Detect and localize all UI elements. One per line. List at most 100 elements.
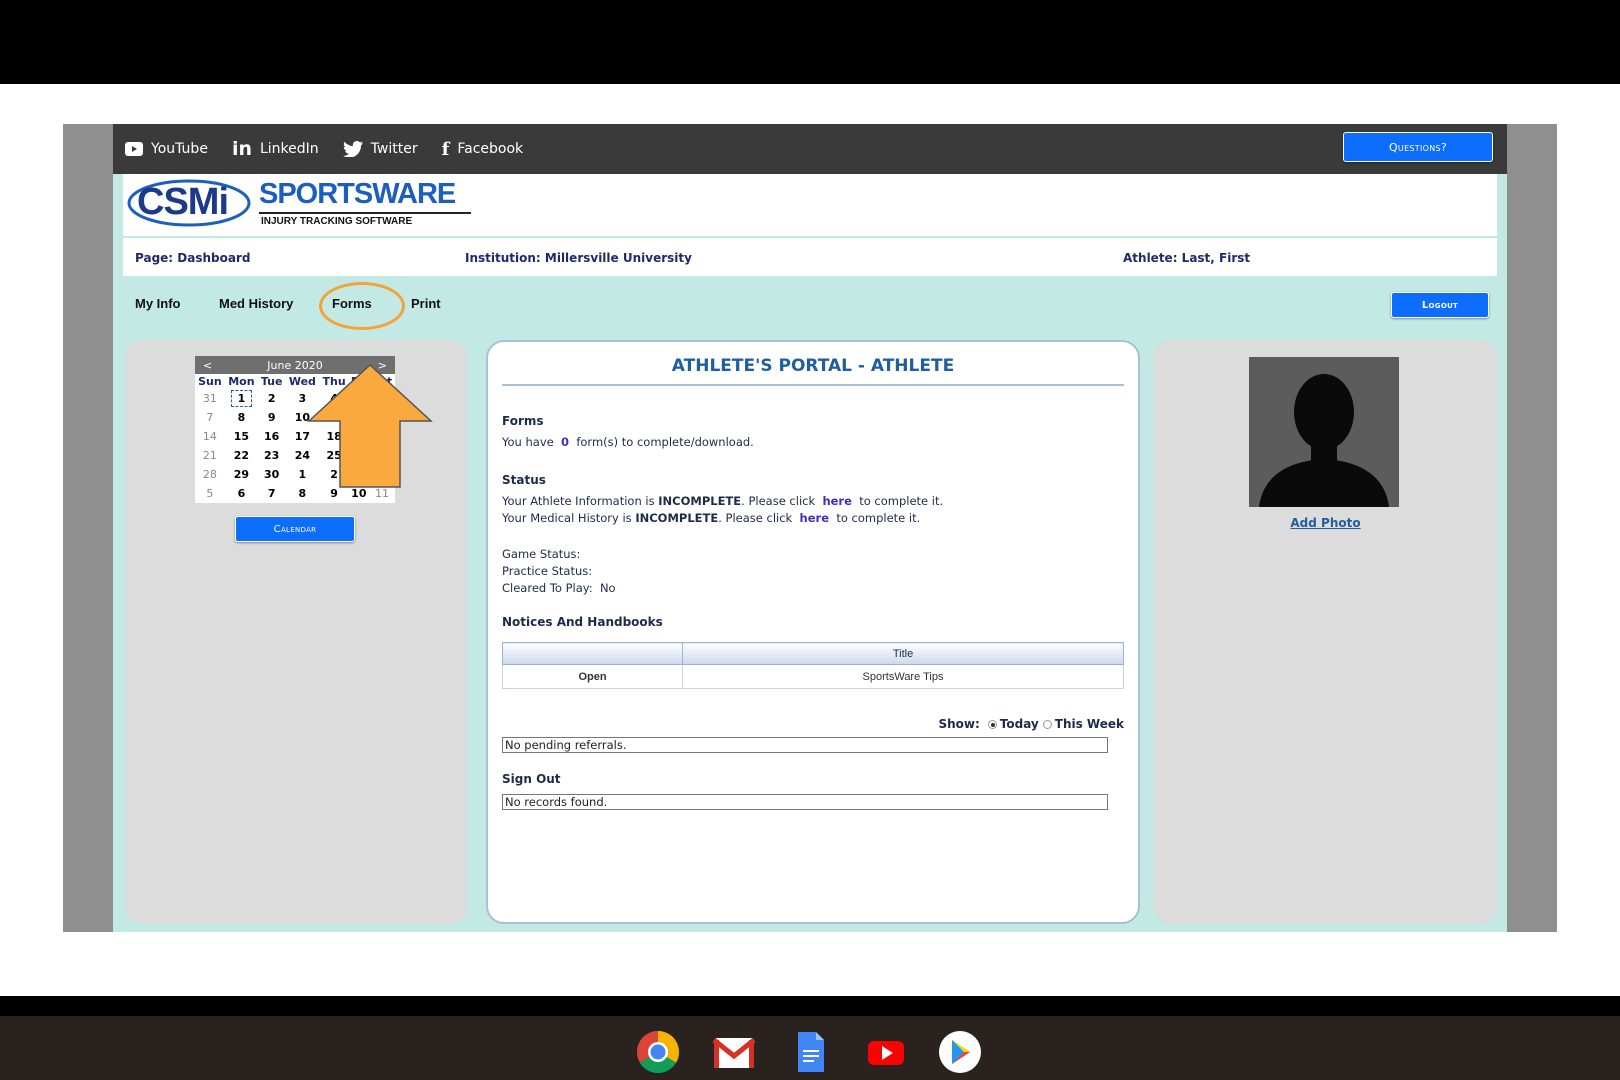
screen: YouTube in LinkedIn Twitter f Facebook Q… bbox=[0, 0, 1620, 1080]
youtube-link[interactable]: YouTube bbox=[125, 141, 208, 157]
notices-table: Title Open SportsWare Tips bbox=[502, 642, 1124, 689]
calendar-day[interactable]: 23 bbox=[258, 446, 285, 465]
linkedin-label: LinkedIn bbox=[259, 141, 319, 157]
calendar-day[interactable]: 14 bbox=[195, 427, 225, 446]
social-bar: YouTube in LinkedIn Twitter f Facebook Q… bbox=[113, 124, 1507, 174]
gmail-app-icon[interactable] bbox=[712, 1030, 756, 1074]
nav-med-history[interactable]: Med History bbox=[219, 296, 293, 311]
facebook-label: Facebook bbox=[457, 141, 524, 157]
portal-title: ATHLETE'S PORTAL - ATHLETE bbox=[502, 356, 1124, 386]
portal-panel: ATHLETE'S PORTAL - ATHLETE Forms You hav… bbox=[486, 340, 1140, 924]
med-hist-mid: . Please click bbox=[718, 511, 793, 525]
add-photo-link[interactable]: Add Photo bbox=[1154, 516, 1497, 530]
med-hist-here-link[interactable]: here bbox=[800, 511, 829, 525]
nav-forms[interactable]: Forms bbox=[332, 296, 372, 311]
today-radio[interactable] bbox=[987, 719, 997, 729]
sportsware-site: YouTube in LinkedIn Twitter f Facebook Q… bbox=[113, 124, 1507, 932]
notice-title: SportsWare Tips bbox=[682, 664, 1124, 689]
calendar-day[interactable]: 5 bbox=[195, 484, 225, 503]
logo-tagline: INJURY TRACKING SOFTWARE bbox=[261, 216, 413, 227]
calendar-day-number: 5 bbox=[206, 487, 214, 500]
twitter-icon bbox=[342, 141, 363, 157]
athlete-info-here-link[interactable]: here bbox=[822, 494, 851, 508]
calendar-day[interactable]: 31 bbox=[195, 389, 225, 408]
medical-history-status: Your Medical History is INCOMPLETE. Plea… bbox=[502, 511, 920, 525]
person-silhouette-icon bbox=[1249, 357, 1399, 507]
open-notice-link[interactable]: Open bbox=[502, 664, 683, 689]
calendar-day[interactable]: 6 bbox=[225, 484, 258, 503]
calendar-weekday: Mon bbox=[228, 375, 255, 388]
calendar-panel: < June 2020 > SunMonTueWedThuFriSat 3112… bbox=[125, 340, 467, 924]
calendar-prev-button[interactable]: < bbox=[203, 359, 212, 372]
status-heading: Status bbox=[502, 473, 546, 487]
calendar-day[interactable]: 22 bbox=[225, 446, 258, 465]
page-name: Page: Dashboard bbox=[135, 251, 251, 265]
browser-frame: YouTube in LinkedIn Twitter f Facebook Q… bbox=[63, 124, 1557, 932]
forms-heading: Forms bbox=[502, 414, 544, 428]
calendar-day[interactable]: 28 bbox=[195, 465, 225, 484]
calendar-day[interactable]: 2 bbox=[258, 389, 285, 408]
calendar-day[interactable]: 7 bbox=[195, 408, 225, 427]
questions-button[interactable]: Questions? bbox=[1343, 132, 1493, 162]
med-hist-state: INCOMPLETE bbox=[635, 511, 719, 525]
facebook-icon: f bbox=[441, 138, 450, 160]
calendar-day-number: 1 bbox=[298, 468, 307, 481]
youtube-app-icon[interactable] bbox=[864, 1030, 908, 1074]
chrome-app-icon[interactable] bbox=[636, 1030, 680, 1074]
nav-my-info[interactable]: My Info bbox=[135, 296, 181, 311]
calendar-day[interactable]: 29 bbox=[225, 465, 258, 484]
csmi-logo: CSMi bbox=[127, 178, 251, 228]
calendar-day-number: 1 bbox=[230, 390, 253, 407]
profile-photo-placeholder[interactable] bbox=[1249, 357, 1399, 507]
calendar-day[interactable]: 8 bbox=[225, 408, 258, 427]
nav-print[interactable]: Print bbox=[411, 296, 441, 311]
facebook-link[interactable]: f Facebook bbox=[442, 139, 524, 160]
calendar-day[interactable]: 15 bbox=[225, 427, 258, 446]
logout-button[interactable]: Logout bbox=[1391, 292, 1489, 318]
athlete-info-status: Your Athlete Information is INCOMPLETE. … bbox=[502, 494, 943, 508]
calendar-button[interactable]: Calendar bbox=[235, 516, 355, 542]
calendar-day-number: 8 bbox=[237, 411, 246, 424]
linkedin-link[interactable]: in LinkedIn bbox=[232, 138, 319, 160]
notices-header-row: Title bbox=[502, 642, 1124, 665]
calendar-day-number: 14 bbox=[202, 430, 217, 443]
notices-header-title: Title bbox=[682, 642, 1124, 665]
calendar-day-number: 23 bbox=[264, 449, 280, 462]
calendar-day-number: 6 bbox=[237, 487, 246, 500]
show-label: Show: bbox=[938, 717, 980, 731]
today-label[interactable]: Today bbox=[1000, 717, 1039, 731]
calendar-day-number: 7 bbox=[267, 487, 276, 500]
calendar-day-number: 7 bbox=[206, 411, 214, 424]
twitter-link[interactable]: Twitter bbox=[342, 141, 418, 157]
cleared-label: Cleared To Play: bbox=[502, 581, 593, 595]
nav-bar: My Info Med History Forms Print Logout bbox=[123, 276, 1497, 330]
play-store-app-icon[interactable] bbox=[938, 1030, 982, 1074]
this-week-label[interactable]: This Week bbox=[1055, 717, 1124, 731]
calendar-day[interactable]: 9 bbox=[258, 408, 285, 427]
athlete-info-state: INCOMPLETE bbox=[658, 494, 742, 508]
shelf-separator bbox=[0, 996, 1620, 1016]
calendar-day[interactable]: 21 bbox=[195, 446, 225, 465]
table-row: Open SportsWare Tips bbox=[502, 664, 1124, 689]
logo-band: CSMi SPORTSWARE INJURY TRACKING SOFTWARE bbox=[123, 174, 1497, 236]
sportsware-logo: SPORTSWARE INJURY TRACKING SOFTWARE bbox=[259, 178, 475, 232]
docs-app-icon[interactable] bbox=[788, 1030, 832, 1074]
forms-count[interactable]: 0 bbox=[561, 435, 569, 449]
med-hist-suffix: to complete it. bbox=[836, 511, 921, 525]
calendar-day[interactable]: 1 bbox=[225, 389, 258, 408]
calendar-day-number: 28 bbox=[202, 468, 217, 481]
this-week-radio[interactable] bbox=[1042, 719, 1052, 729]
calendar-day-number: 30 bbox=[264, 468, 280, 481]
calendar-day[interactable]: 16 bbox=[258, 427, 285, 446]
youtube-label: YouTube bbox=[151, 141, 208, 157]
institution-name: Institution: Millersville University bbox=[465, 251, 692, 265]
forms-suffix: form(s) to complete/download. bbox=[576, 435, 754, 449]
calendar-day[interactable]: 7 bbox=[258, 484, 285, 503]
calendar-day-number: 9 bbox=[267, 411, 276, 424]
up-arrow-annotation bbox=[307, 363, 433, 488]
athlete-name: Athlete: Last, First bbox=[1123, 251, 1251, 265]
calendar-day-number: 21 bbox=[202, 449, 217, 462]
calendar-day[interactable]: 30 bbox=[258, 465, 285, 484]
twitter-label: Twitter bbox=[370, 141, 418, 157]
calendar-weekday: Tue bbox=[260, 375, 283, 388]
